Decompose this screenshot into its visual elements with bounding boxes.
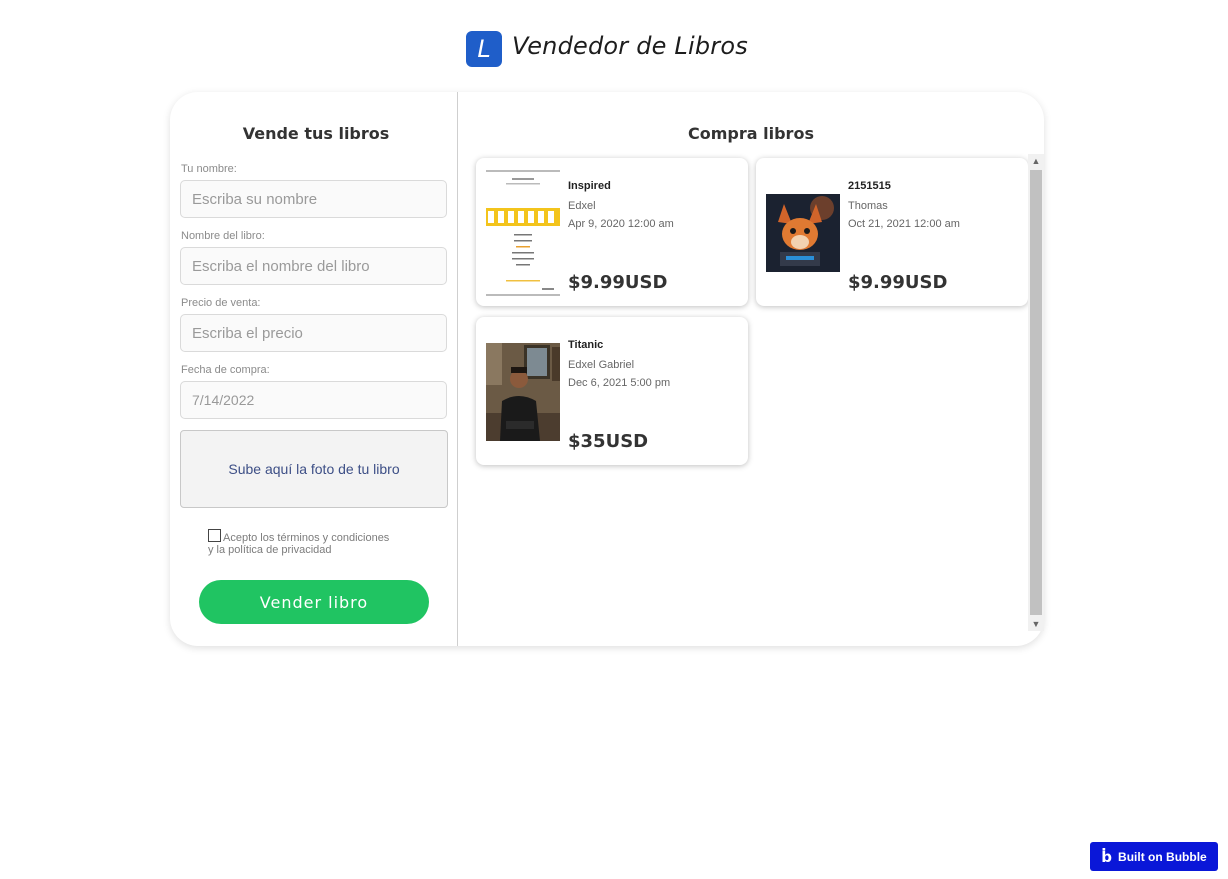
section-divider [457, 92, 458, 646]
scroll-up-arrow-icon[interactable]: ▲ [1028, 154, 1044, 168]
book-title: Titanic [568, 339, 604, 351]
book-date: Dec 6, 2021 5:00 pm [568, 377, 671, 389]
book-seller: Edxel Gabriel [568, 359, 635, 371]
bubble-logo-icon: ḃ [1101, 847, 1113, 866]
book-name-label: Nombre del libro: [181, 230, 265, 242]
book-list-scrollbar[interactable]: ▲ ▼ [1028, 154, 1044, 631]
terms-text-line2: y la política de privacidad [208, 544, 332, 556]
purchase-date-value: 7/14/2022 [192, 392, 255, 408]
book-title: 2151515 [848, 180, 891, 192]
book-cover-inspired [486, 170, 560, 296]
scroll-down-arrow-icon[interactable]: ▼ [1028, 617, 1044, 631]
app-title: Vendedor de Libros [512, 32, 748, 60]
book-cover-fox [766, 194, 840, 272]
app-header: L Vendedor de Libros [0, 31, 1228, 69]
terms-text-line1: Acepto los términos y condiciones [223, 532, 390, 544]
photo-upload-button[interactable]: Sube aquí la foto de tu libro [180, 430, 448, 508]
main-card: Vende tus libros Tu nombre: Nombre del l… [170, 92, 1044, 646]
buy-section-title: Compra libros [688, 124, 814, 143]
app-logo-icon: L [466, 31, 502, 67]
book-card[interactable]: 2151515 Thomas Oct 21, 2021 12:00 am $9.… [756, 158, 1028, 306]
badge-label: Built on Bubble [1118, 849, 1207, 864]
sell-section-title: Vende tus libros [242, 124, 390, 143]
book-title: Inspired [568, 180, 611, 192]
terms-checkbox[interactable] [208, 529, 221, 542]
book-seller: Edxel [568, 200, 596, 212]
book-seller: Thomas [848, 200, 888, 212]
book-price: $9.99USD [848, 272, 948, 293]
book-photo-person [486, 343, 560, 441]
purchase-date-input[interactable]: 7/14/2022 [180, 381, 447, 419]
built-on-bubble-badge[interactable]: ḃ Built on Bubble [1090, 842, 1218, 871]
book-card[interactable]: Inspired Edxel Apr 9, 2020 12:00 am $9.9… [476, 158, 748, 306]
book-date: Oct 21, 2021 12:00 am [848, 218, 960, 230]
book-list: Inspired Edxel Apr 9, 2020 12:00 am $9.9… [470, 154, 1044, 632]
price-input[interactable] [180, 314, 447, 352]
price-label: Precio de venta: [181, 297, 261, 309]
photo-upload-label: Sube aquí la foto de tu libro [228, 461, 400, 477]
scroll-thumb[interactable] [1030, 170, 1042, 615]
book-price: $9.99USD [568, 272, 668, 293]
name-input[interactable] [180, 180, 447, 218]
book-date: Apr 9, 2020 12:00 am [568, 218, 674, 230]
name-label: Tu nombre: [181, 163, 237, 175]
book-price: $35USD [568, 431, 649, 452]
book-card[interactable]: Titanic Edxel Gabriel Dec 6, 2021 5:00 p… [476, 317, 748, 465]
terms-agreement: Acepto los términos y condiciones y la p… [208, 529, 438, 556]
sell-book-button[interactable]: Vender libro [199, 580, 429, 624]
book-name-input[interactable] [180, 247, 447, 285]
purchase-date-label: Fecha de compra: [181, 364, 270, 376]
